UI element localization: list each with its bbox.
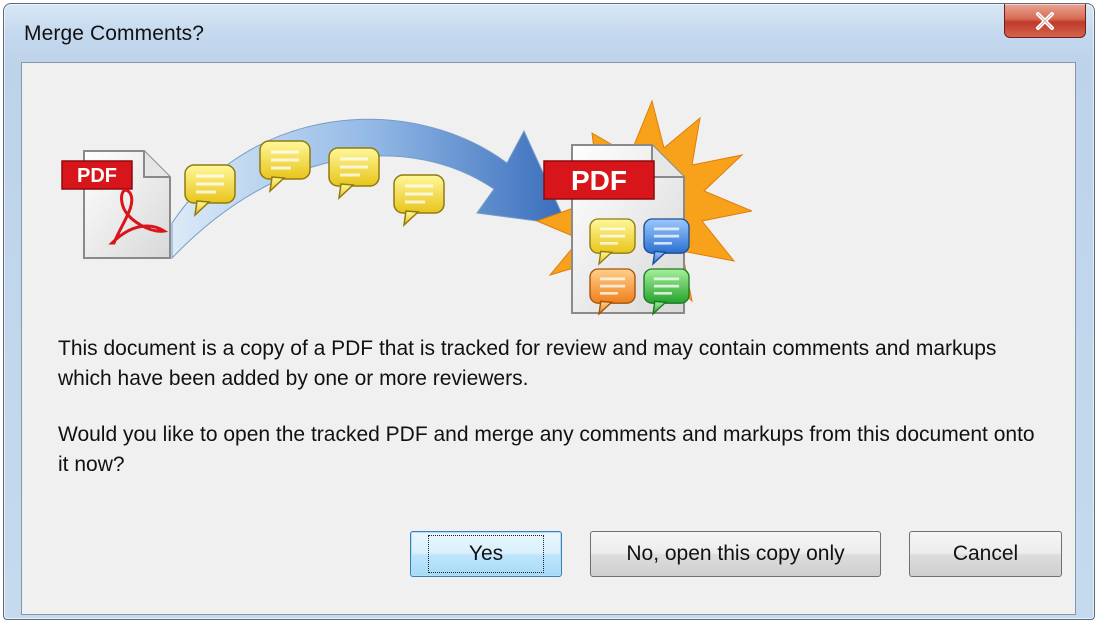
cancel-button[interactable]: Cancel	[909, 531, 1062, 577]
cancel-button-label: Cancel	[952, 542, 1019, 565]
merge-illustration: PDF PDF	[61, 99, 752, 315]
open-copy-only-label: No, open this copy only	[626, 542, 845, 565]
comment-bubble-icon	[328, 147, 380, 199]
close-button[interactable]	[1004, 4, 1086, 38]
dialog-title: Merge Comments?	[24, 22, 205, 45]
open-copy-only-button[interactable]: No, open this copy only	[590, 531, 881, 577]
message-merge-question: Would you like to open the tracked PDF a…	[58, 423, 1035, 476]
target-pdf-label: PDF	[571, 165, 627, 196]
pdf-source-document-icon: PDF	[61, 150, 171, 259]
close-icon	[1036, 11, 1054, 30]
message-review-info: This document is a copy of a PDF that is…	[58, 337, 997, 390]
yes-button-label: Yes	[427, 535, 545, 573]
comment-bubble-icon	[393, 174, 445, 226]
source-pdf-label: PDF	[77, 165, 117, 187]
merge-comments-dialog: Merge Comments? PDF PDF This document is…	[3, 3, 1095, 620]
yes-button[interactable]: Yes	[410, 531, 562, 577]
dialog-content: PDF PDF This document is a copy of a PDF…	[21, 62, 1076, 615]
